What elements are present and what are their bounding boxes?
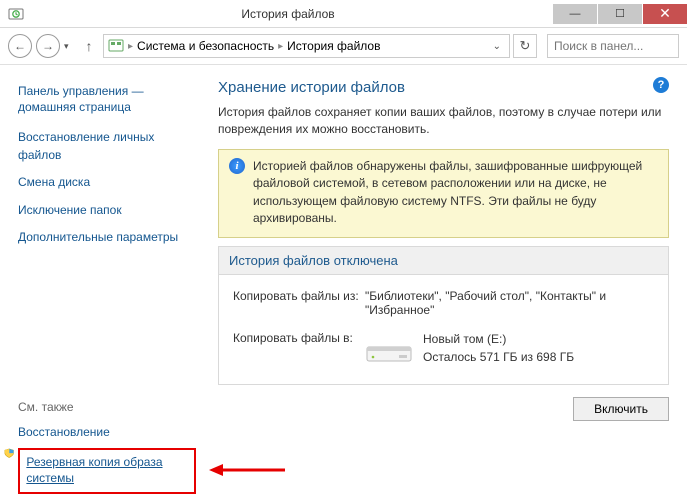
sidebar-item-change-drive[interactable]: Смена диска — [18, 174, 196, 191]
main-content: ? Хранение истории файлов История файлов… — [210, 65, 687, 504]
navbar: ← → ▾ ↑ ▸ Система и безопасность ▸ Истор… — [0, 28, 687, 65]
annotation-highlight: Резервная копия образа системы — [18, 448, 196, 494]
up-button[interactable]: ↑ — [79, 36, 99, 56]
drive-icon — [365, 333, 413, 365]
status-panel: История файлов отключена Копировать файл… — [218, 246, 669, 385]
chevron-right-icon: ▸ — [276, 41, 285, 52]
minimize-button[interactable]: — — [553, 4, 597, 24]
search-input[interactable] — [547, 34, 679, 58]
sidebar-item-advanced[interactable]: Дополнительные параметры — [18, 229, 196, 246]
shield-icon — [4, 448, 14, 460]
back-button[interactable]: ← — [8, 34, 32, 58]
titlebar: История файлов — ☐ ✕ — [0, 0, 687, 28]
page-description: История файлов сохраняет копии ваших фай… — [218, 104, 669, 139]
sidebar-item-restore[interactable]: Восстановление личных файлов — [18, 129, 196, 164]
file-history-icon — [8, 6, 24, 22]
refresh-button[interactable]: ↻ — [513, 34, 537, 58]
info-text: Историей файлов обнаружены файлы, зашифр… — [253, 158, 658, 228]
window-title: История файлов — [24, 7, 552, 21]
breadcrumb-segment[interactable]: История файлов — [287, 39, 380, 53]
close-button[interactable]: ✕ — [643, 4, 687, 24]
sidebar: Панель управления — домашняя страница Во… — [0, 65, 210, 504]
see-also-system-image-link[interactable]: Резервная копия образа системы — [26, 455, 162, 485]
chevron-right-icon: ▸ — [126, 41, 135, 52]
page-title: Хранение истории файлов — [218, 79, 669, 96]
address-bar[interactable]: ▸ Система и безопасность ▸ История файло… — [103, 34, 510, 58]
status-header: История файлов отключена — [219, 247, 668, 275]
control-panel-home-link[interactable]: Панель управления — домашняя страница — [18, 83, 196, 115]
enable-button[interactable]: Включить — [573, 397, 669, 421]
see-also-label: См. также — [18, 400, 196, 414]
sidebar-item-exclude-folders[interactable]: Исключение папок — [18, 202, 196, 219]
breadcrumb-segment[interactable]: Система и безопасность — [137, 39, 274, 53]
info-message: i Историей файлов обнаружены файлы, заши… — [218, 149, 669, 239]
see-also-recovery-link[interactable]: Восстановление — [18, 424, 196, 441]
copy-from-label: Копировать файлы из: — [233, 289, 365, 317]
copy-from-value: "Библиотеки", "Рабочий стол", "Контакты"… — [365, 289, 654, 317]
maximize-button[interactable]: ☐ — [598, 4, 642, 24]
control-panel-icon — [108, 38, 124, 54]
drive-name: Новый том (E:) — [423, 331, 574, 348]
help-icon[interactable]: ? — [653, 77, 669, 93]
drive-space: Осталось 571 ГБ из 698 ГБ — [423, 349, 574, 366]
copy-to-label: Копировать файлы в: — [233, 331, 365, 366]
forward-button[interactable]: → — [36, 34, 60, 58]
history-dropdown[interactable]: ▾ — [64, 41, 75, 52]
window-controls: — ☐ ✕ — [552, 4, 687, 24]
address-dropdown[interactable]: ⌄ — [489, 41, 505, 52]
info-icon: i — [229, 158, 245, 174]
